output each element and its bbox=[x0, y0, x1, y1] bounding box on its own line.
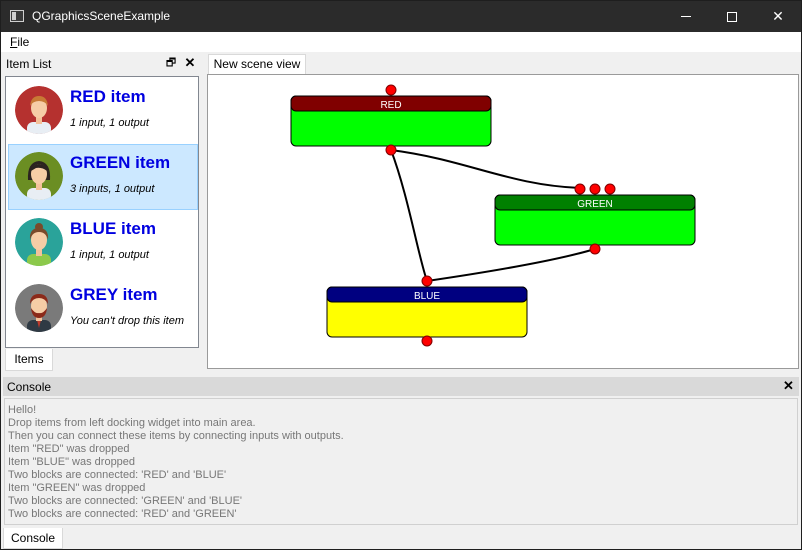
minimize-icon bbox=[681, 16, 691, 17]
avatar-red bbox=[15, 86, 63, 134]
menu-file-rest: ile bbox=[17, 35, 30, 49]
title-bar[interactable]: QGraphicsSceneExample ✕ bbox=[1, 1, 801, 32]
connection-red-blue[interactable] bbox=[390, 149, 428, 282]
connection-red-green[interactable] bbox=[390, 149, 581, 189]
block-blue-input-port[interactable] bbox=[421, 275, 433, 287]
item-name: RED item bbox=[70, 87, 146, 106]
close-window-button[interactable]: ✕ bbox=[755, 1, 801, 32]
log-line: Two blocks are connected: 'RED' and 'GRE… bbox=[8, 508, 237, 520]
maximize-icon bbox=[727, 11, 737, 22]
item-description: 1 input, 1 output bbox=[70, 117, 149, 129]
block-green-input-port-3[interactable] bbox=[604, 183, 616, 195]
block-blue-label: BLUE bbox=[414, 291, 440, 302]
minimize-button[interactable] bbox=[663, 1, 709, 32]
list-item-green[interactable]: GREEN item 3 inputs, 1 output bbox=[8, 144, 198, 210]
item-list: RED item 1 input, 1 output GREEN item 3 … bbox=[5, 76, 199, 348]
log-line: Two blocks are connected: 'GREEN' and 'B… bbox=[8, 495, 243, 507]
list-item-red[interactable]: RED item 1 input, 1 output bbox=[8, 78, 198, 144]
block-green-input-port-1[interactable] bbox=[574, 183, 586, 195]
window-title: QGraphicsSceneExample bbox=[32, 9, 171, 23]
item-description: 1 input, 1 output bbox=[70, 249, 149, 261]
log-line: Hello! bbox=[8, 404, 37, 416]
connection-green-blue[interactable] bbox=[426, 248, 596, 282]
console-output[interactable]: Hello! Drop items from left docking widg… bbox=[4, 398, 798, 525]
block-blue[interactable]: BLUE bbox=[326, 275, 528, 347]
block-red[interactable]: RED bbox=[290, 84, 492, 156]
log-line: Item "GREEN" was dropped bbox=[8, 482, 146, 494]
block-red-input-port[interactable] bbox=[385, 84, 397, 96]
item-list-dock-title: Item List bbox=[6, 57, 52, 71]
log-line: Then you can connect these items by conn… bbox=[8, 430, 344, 442]
console-dock-header[interactable]: Console ✕ bbox=[3, 377, 799, 396]
scene-view[interactable]: RED GREEN BLUE bbox=[207, 74, 799, 369]
item-name: GREEN item bbox=[70, 153, 171, 172]
float-dock-icon[interactable]: 🗗 bbox=[165, 57, 177, 69]
tab-new-scene-view[interactable]: New scene view bbox=[208, 54, 306, 75]
close-icon: ✕ bbox=[772, 8, 784, 24]
maximize-button[interactable] bbox=[709, 1, 755, 32]
list-item-blue[interactable]: BLUE item 1 input, 1 output bbox=[8, 210, 198, 276]
log-line: Item "BLUE" was dropped bbox=[8, 456, 136, 468]
avatar-blue bbox=[15, 218, 63, 266]
app-icon bbox=[10, 10, 24, 22]
close-dock-icon[interactable]: ✕ bbox=[184, 56, 196, 69]
log-line: Drop items from left docking widget into… bbox=[8, 417, 256, 429]
block-green-output-port[interactable] bbox=[589, 243, 601, 255]
log-line: Item "RED" was dropped bbox=[8, 443, 130, 455]
item-list-dock: Item List 🗗 ✕ RED item 1 input, 1 output bbox=[3, 54, 201, 372]
item-description: 3 inputs, 1 output bbox=[70, 183, 155, 195]
close-console-icon[interactable]: ✕ bbox=[783, 378, 794, 394]
block-red-label: RED bbox=[380, 100, 401, 111]
avatar-green bbox=[15, 152, 63, 200]
scene-tabbar: New scene view bbox=[207, 54, 801, 75]
item-description: You can't drop this item bbox=[70, 315, 184, 327]
item-list-dock-header[interactable]: Item List 🗗 ✕ bbox=[3, 54, 201, 74]
item-name: GREY item bbox=[70, 285, 158, 304]
menu-file[interactable]: File bbox=[10, 35, 29, 49]
menu-bar: File bbox=[1, 32, 801, 52]
block-green[interactable]: GREEN bbox=[494, 183, 696, 255]
console-tabbar: Console bbox=[3, 528, 799, 549]
block-green-label: GREEN bbox=[577, 199, 613, 210]
app-window: QGraphicsSceneExample ✕ File Item List 🗗… bbox=[0, 0, 802, 550]
item-name: BLUE item bbox=[70, 219, 156, 238]
console-dock-title: Console bbox=[7, 380, 52, 394]
list-item-grey[interactable]: GREY item You can't drop this item bbox=[8, 276, 198, 342]
log-line: Two blocks are connected: 'RED' and 'BLU… bbox=[8, 469, 227, 481]
avatar-grey bbox=[15, 284, 63, 332]
item-dock-tabbar: Items bbox=[5, 349, 199, 371]
tab-items[interactable]: Items bbox=[5, 349, 53, 371]
block-green-input-port-2[interactable] bbox=[589, 183, 601, 195]
block-red-output-port[interactable] bbox=[385, 144, 397, 156]
tab-console[interactable]: Console bbox=[3, 528, 63, 549]
block-blue-output-port[interactable] bbox=[421, 335, 433, 347]
